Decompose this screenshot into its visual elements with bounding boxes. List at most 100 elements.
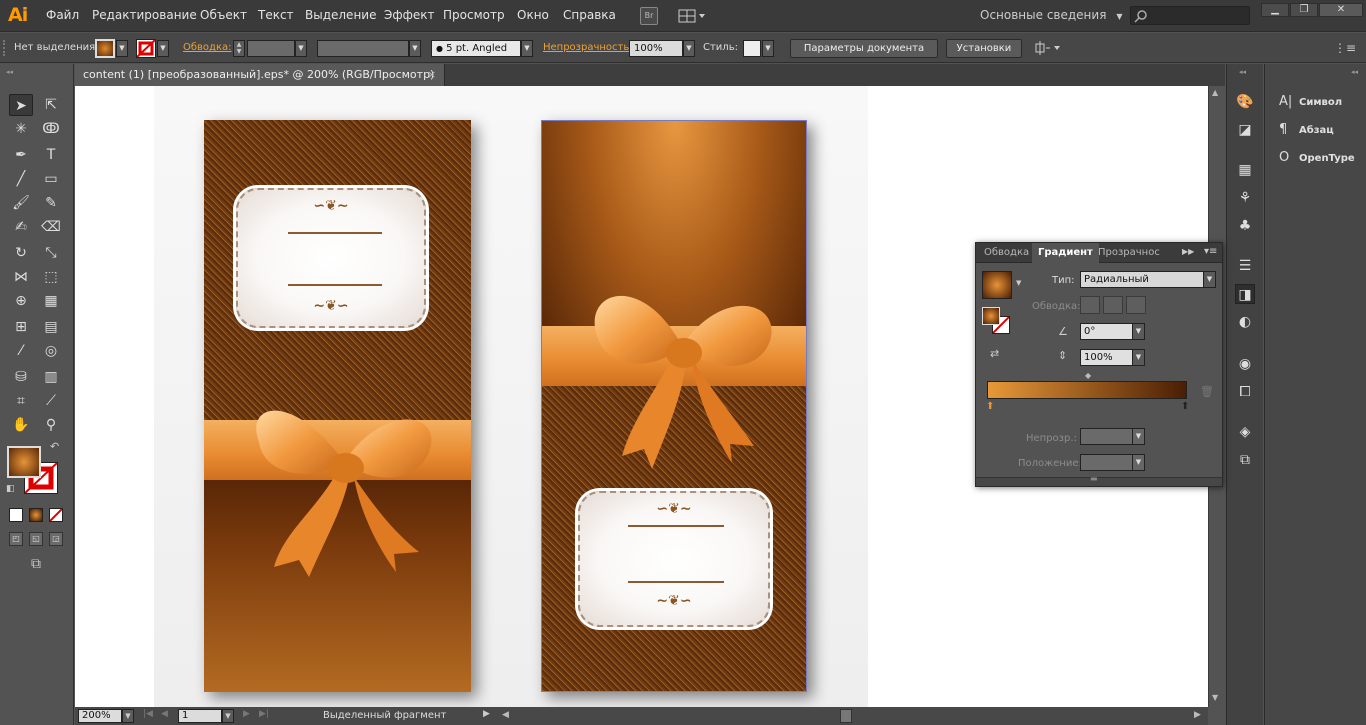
- appearance-panel-icon[interactable]: ◉: [1235, 354, 1255, 374]
- eraser-tool[interactable]: ⌫: [39, 216, 63, 238]
- pencil-tool[interactable]: ✎: [39, 192, 63, 214]
- graphic-style-swatch[interactable]: [743, 40, 761, 57]
- color-guide-panel-icon[interactable]: 🎨: [1235, 92, 1255, 112]
- artboard-tool[interactable]: ⌗: [9, 390, 33, 412]
- scroll-up-icon[interactable]: ▲: [1212, 88, 1218, 97]
- scroll-thumb[interactable]: [840, 709, 852, 723]
- menu-help[interactable]: Справка: [563, 8, 616, 22]
- stroke-across-button[interactable]: [1126, 296, 1146, 314]
- stroke-panel-icon[interactable]: ☰: [1235, 256, 1255, 276]
- slice-tool[interactable]: ⟋: [39, 390, 63, 412]
- delete-stop-icon[interactable]: 🗑: [1200, 385, 1214, 398]
- symbol-sprayer-tool[interactable]: ⛁: [9, 366, 33, 388]
- pen-tool[interactable]: ✒: [9, 144, 33, 166]
- menu-type[interactable]: Текст: [258, 8, 294, 22]
- collapse-icon[interactable]: ◂◂: [6, 68, 13, 76]
- direct-selection-tool[interactable]: ⇱: [39, 94, 63, 116]
- graphic-styles-panel-icon[interactable]: ⧠: [1235, 382, 1255, 402]
- artboard-number-field[interactable]: 1: [178, 709, 222, 723]
- type-tool[interactable]: T: [39, 144, 63, 166]
- aspect-ratio-dropdown[interactable]: ▼: [1132, 349, 1145, 366]
- menu-select[interactable]: Выделение: [305, 8, 376, 22]
- last-artboard-icon[interactable]: ▶|: [259, 709, 269, 719]
- gradient-slider[interactable]: [987, 381, 1187, 399]
- opacity-panel-link[interactable]: Непрозрачность:: [543, 42, 633, 53]
- stroke-panel-link[interactable]: Обводка:: [183, 42, 232, 53]
- default-colors-icon[interactable]: ◧: [6, 484, 15, 494]
- panel-menu-icon[interactable]: ▾≡: [1204, 246, 1217, 257]
- rectangle-tool[interactable]: ▭: [39, 168, 63, 190]
- variable-width-field[interactable]: [317, 40, 409, 57]
- brush-dropdown[interactable]: ▼: [521, 40, 533, 57]
- paragraph-panel-item[interactable]: ¶ Абзац: [1279, 122, 1334, 137]
- zoom-dropdown[interactable]: ▼: [122, 709, 134, 723]
- free-transform-tool[interactable]: ⬚: [39, 266, 63, 288]
- gradient-mode-button[interactable]: [29, 508, 43, 522]
- gradient-stop-end[interactable]: ⬆: [1181, 401, 1189, 412]
- scale-tool[interactable]: ⤡: [39, 242, 63, 264]
- rotate-tool[interactable]: ↻: [9, 242, 33, 264]
- style-dropdown[interactable]: ▼: [762, 40, 774, 57]
- perspective-grid-tool[interactable]: ▦: [39, 290, 63, 312]
- stroke-dropdown[interactable]: ▼: [157, 40, 169, 57]
- first-artboard-icon[interactable]: |◀: [143, 709, 153, 719]
- line-tool[interactable]: ╱: [9, 168, 33, 190]
- color-mode-button[interactable]: [9, 508, 23, 522]
- draw-inside-button[interactable]: ◲: [49, 532, 63, 546]
- stroke-weight-field[interactable]: [247, 40, 295, 57]
- screen-mode-button[interactable]: ⧉: [24, 556, 48, 574]
- minimize-button[interactable]: ▁: [1261, 3, 1289, 17]
- blend-tool[interactable]: ◎: [39, 340, 63, 362]
- menu-window[interactable]: Окно: [517, 8, 549, 22]
- menu-effect[interactable]: Эффект: [384, 8, 435, 22]
- eyedropper-tool[interactable]: ⁄: [9, 340, 33, 362]
- gradient-type-select[interactable]: Радиальный: [1080, 271, 1205, 288]
- workspace-switcher[interactable]: Основные сведения ▼: [980, 8, 1123, 22]
- artboards-panel-icon[interactable]: ⧉: [1235, 450, 1255, 470]
- tab-transparency[interactable]: Прозрачнос: [1092, 243, 1166, 263]
- angle-field[interactable]: 0°: [1080, 323, 1134, 340]
- aspect-ratio-field[interactable]: 100%: [1080, 349, 1134, 366]
- expand-panel-icon[interactable]: ▶▶: [1182, 247, 1194, 256]
- gradient-stop-start[interactable]: ⬆: [986, 401, 994, 412]
- gradient-panel-icon[interactable]: ◨: [1235, 284, 1255, 304]
- card-right[interactable]: ∽❦∼ ∼❦∽: [541, 120, 807, 692]
- collapse-icon[interactable]: ◂◂: [1239, 68, 1246, 76]
- gradient-presets-dropdown-icon[interactable]: ▼: [1016, 279, 1021, 287]
- none-mode-button[interactable]: [49, 508, 63, 522]
- column-graph-tool[interactable]: ▥: [39, 366, 63, 388]
- scroll-left-icon[interactable]: ◀: [502, 710, 509, 720]
- artboard-dropdown[interactable]: ▼: [222, 709, 234, 723]
- angle-dropdown[interactable]: ▼: [1132, 323, 1145, 340]
- opacity-dropdown[interactable]: ▼: [683, 40, 695, 57]
- status-menu-icon[interactable]: ▶: [483, 709, 490, 719]
- width-tool[interactable]: ⋈: [9, 266, 33, 288]
- card-left[interactable]: ∽❦∼ ∼❦∽: [204, 120, 471, 692]
- menu-edit[interactable]: Редактирование: [92, 8, 197, 22]
- bridge-button[interactable]: Br: [640, 7, 658, 25]
- character-panel-item[interactable]: A| Символ: [1279, 94, 1342, 109]
- menu-object[interactable]: Объект: [200, 8, 247, 22]
- brushes-panel-icon[interactable]: ⚘: [1235, 188, 1255, 208]
- magic-wand-tool[interactable]: ✳: [9, 118, 33, 140]
- shape-builder-tool[interactable]: ⊕: [9, 290, 33, 312]
- stroke-swatch[interactable]: [136, 39, 156, 58]
- selection-tool[interactable]: ➤: [9, 94, 33, 116]
- fill-color-box[interactable]: [7, 446, 41, 478]
- panel-menu-icon[interactable]: ⋮≡: [1334, 41, 1356, 55]
- fill-dropdown[interactable]: ▼: [116, 40, 128, 57]
- arrange-documents-button[interactable]: [678, 8, 706, 24]
- tab-stroke[interactable]: Обводка: [978, 243, 1035, 263]
- hand-tool[interactable]: ✋: [9, 414, 33, 436]
- zoom-field[interactable]: 200%: [78, 709, 122, 723]
- stroke-weight-dropdown[interactable]: ▼: [295, 40, 307, 57]
- menu-file[interactable]: Файл: [46, 8, 79, 22]
- document-setup-button[interactable]: Параметры документа: [790, 39, 938, 58]
- help-search-input[interactable]: [1130, 6, 1250, 25]
- opacity-field[interactable]: 100%: [629, 40, 683, 57]
- restore-button[interactable]: ❐: [1290, 3, 1318, 17]
- scroll-right-icon[interactable]: ▶: [1194, 710, 1201, 720]
- variable-width-dropdown[interactable]: ▼: [409, 40, 421, 57]
- horizontal-scrollbar[interactable]: ◀ ▶: [497, 707, 1208, 725]
- align-options-button[interactable]: [1034, 41, 1064, 55]
